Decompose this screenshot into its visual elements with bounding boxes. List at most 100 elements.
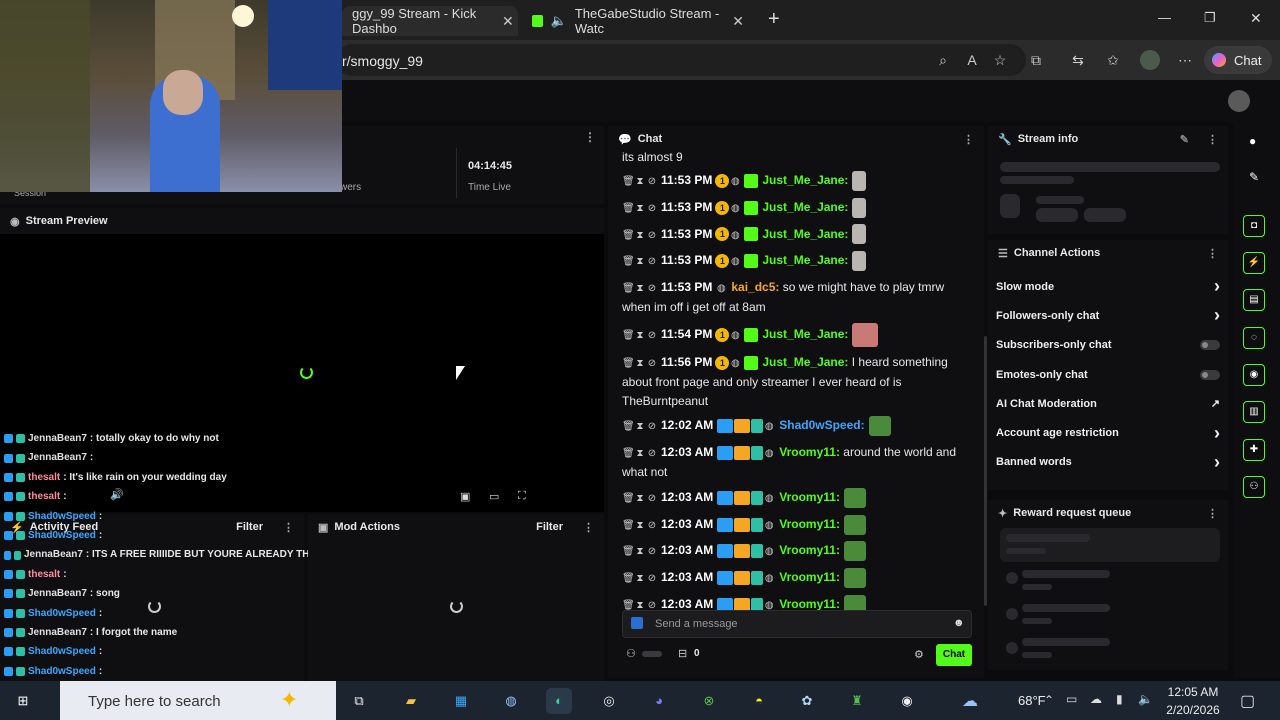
xbox-icon[interactable]: ⊗ [696,688,722,714]
copilot-chat-button[interactable]: Chat [1204,46,1272,74]
chat-input[interactable]: Send a message ☻ [622,610,972,638]
chat-message[interactable]: 🗑 ⧗ ⊘ 11:56 PM 1 ◍ Just_Me_Jane: I heard somet… [614,350,978,414]
split-screen-icon[interactable]: ⇆ [1068,50,1088,70]
close-tab-icon[interactable]: ✕ [732,13,744,30]
snapchat-icon[interactable]: ◓ [746,688,772,714]
delete-icon[interactable]: 🗑 [622,200,635,219]
chat-username[interactable]: Just_Me_Jane: [762,227,848,241]
chat-username[interactable]: Vroomy11: [779,445,840,459]
restore-button[interactable]: ❐ [1204,10,1216,26]
onedrive-icon[interactable]: ☁ [1090,692,1102,706]
chat-message[interactable]: 🗑 ⧗ ⊘ 11:54 PM 1 ◍ Just_Me_Jane: [614,320,978,350]
minimize-button[interactable]: — [1158,10,1171,25]
mod-menu-icon[interactable]: ⋮ [583,521,594,534]
timeout-icon[interactable]: ⧗ [634,490,646,509]
chat-username[interactable]: Just_Me_Jane: [762,200,848,214]
timeout-icon[interactable]: ⧗ [634,253,646,272]
chat-username[interactable]: Just_Me_Jane: [762,253,848,267]
theater-icon[interactable]: ▭ [489,490,499,503]
chat-message[interactable]: 🗑 ⧗ ⊘ 12:03 AM ◍ Vroomy11: [614,485,978,512]
feed-username[interactable]: thesalt [28,487,60,506]
zoom-icon[interactable]: ⌕ [933,50,953,70]
obs-icon[interactable]: ◎ [596,688,622,714]
delete-icon[interactable]: 🗑 [622,418,635,437]
chat-message[interactable]: 🗑 ⧗ ⊘ 12:02 AM ◍ Shad0wSpeed: [614,413,978,440]
ban-icon[interactable]: ⊘ [646,543,658,562]
delete-icon[interactable]: 🗑 [622,543,635,562]
paint-icon[interactable]: ✿ [794,688,820,714]
favorites-icon[interactable]: ✩ [1103,50,1123,70]
chat-message[interactable]: 🗑 ⧗ ⊘ 12:03 AM ◍ Vroomy11: [614,565,978,592]
timeout-icon[interactable]: ⧗ [634,280,646,299]
chat-username[interactable]: Just_Me_Jane: [762,327,848,341]
stats-menu-icon[interactable]: ⋮ [584,130,596,144]
rail-server-button[interactable]: ▥ [1243,401,1265,423]
feed-username[interactable]: JennaBean7 [24,545,83,564]
url-text[interactable]: r/smoggy_99 [342,53,423,69]
delete-icon[interactable]: 🗑 [622,355,635,374]
feed-username[interactable]: JennaBean7 [28,429,87,448]
game-app-icon[interactable]: ♜ [844,688,870,714]
feed-username[interactable]: thesalt [28,468,60,487]
rail-tools-button[interactable]: ✚ [1243,439,1265,461]
clock-time[interactable]: 12:05 AM [1162,685,1224,699]
new-tab-button[interactable]: + [768,8,780,31]
edge-icon[interactable]: ◐ [546,688,572,714]
chat-username[interactable]: Vroomy11: [779,490,840,504]
chat-settings-icon[interactable]: ⚙ [914,648,924,661]
tab-kick-dashboard[interactable]: ggy_99 Stream - Kick Dashbo ✕ [342,6,518,36]
timeout-icon[interactable]: ⧗ [634,570,646,589]
channel-action-row[interactable]: Slow mode › [988,272,1228,301]
chat-message[interactable]: 🗑 ⧗ ⊘ 11:53 PM 1 ◍ Just_Me_Jane: [614,168,978,195]
ban-icon[interactable]: ⊘ [646,445,658,464]
store-icon[interactable]: ▦ [448,688,474,714]
toggle-switch[interactable] [1200,340,1220,351]
chat-username[interactable]: Vroomy11: [779,543,840,557]
chat-username[interactable]: Just_Me_Jane: [762,173,848,187]
more-options-icon[interactable]: ⋯ [1175,50,1195,70]
delete-icon[interactable]: 🗑 [622,327,635,346]
feed-username[interactable]: Shad0wSpeed [28,642,96,661]
feed-username[interactable]: JennaBean7 [28,584,87,603]
ban-icon[interactable]: ⊘ [646,570,658,589]
steam-icon[interactable]: ◍ [498,688,524,714]
timeout-icon[interactable]: ⧗ [634,418,646,437]
chat-message[interactable]: 🗑 ⧗ ⊘ 11:53 PM 1 ◍ Just_Me_Jane: [614,221,978,248]
feed-username[interactable]: Shad0wSpeed [28,662,96,681]
chat-message[interactable]: 🗑 ⧗ ⊘ 11:53 PM 1 ◍ Just_Me_Jane: [614,248,978,275]
pip-icon[interactable]: ▣ [460,490,470,503]
timeout-icon[interactable]: ⧗ [634,227,646,246]
feed-username[interactable]: Shad0wSpeed [28,507,96,526]
windows-start-icon[interactable]: ⊞ [10,688,36,714]
ban-icon[interactable]: ⊘ [646,280,658,299]
rail-bolt-button[interactable]: ⚡ [1243,252,1265,274]
channel-action-row[interactable]: Account age restriction › [988,418,1228,447]
ban-icon[interactable]: ⊘ [646,517,658,536]
feed-username[interactable]: Shad0wSpeed [28,604,96,623]
close-window-button[interactable]: ✕ [1250,10,1262,27]
ban-icon[interactable]: ⊘ [646,173,658,192]
chevron-right-icon[interactable]: › [1214,276,1220,297]
chat-message[interactable]: 🗑 ⧗ ⊘ 12:03 AM ◍ Vroomy11: [614,512,978,539]
chat-scrollbar[interactable] [984,336,987,606]
feed-username[interactable]: Shad0wSpeed [28,526,96,545]
timeout-icon[interactable]: ⧗ [634,173,646,192]
chevron-right-icon[interactable]: › [1214,423,1220,444]
timeout-icon[interactable]: ⧗ [634,355,646,374]
favorite-star-icon[interactable]: ☆ [990,50,1010,70]
chevron-right-icon[interactable]: › [1214,452,1220,473]
channel-action-row[interactable]: AI Chat Moderation ↗ [988,389,1228,418]
channel-action-row[interactable]: Subscribers-only chat [988,331,1228,360]
clock-date[interactable]: 2/20/2026 [1160,703,1226,717]
delete-icon[interactable]: 🗑 [622,280,635,299]
ban-icon[interactable]: ⊘ [646,227,658,246]
close-tab-icon[interactable]: ✕ [502,13,514,30]
discord-icon[interactable]: ◕ [646,688,672,714]
feed-username[interactable]: JennaBean7 [28,623,87,642]
fullscreen-icon[interactable]: ⛶ [518,490,526,503]
info-icon[interactable]: ● [1249,134,1256,148]
chat-username[interactable]: kai_dc5: [731,280,779,294]
mod-filter-button[interactable]: Filter [536,521,563,533]
reward-queue-menu-icon[interactable]: ⋮ [1207,507,1218,520]
tray-battery-icon[interactable]: ▭ [1066,692,1077,706]
